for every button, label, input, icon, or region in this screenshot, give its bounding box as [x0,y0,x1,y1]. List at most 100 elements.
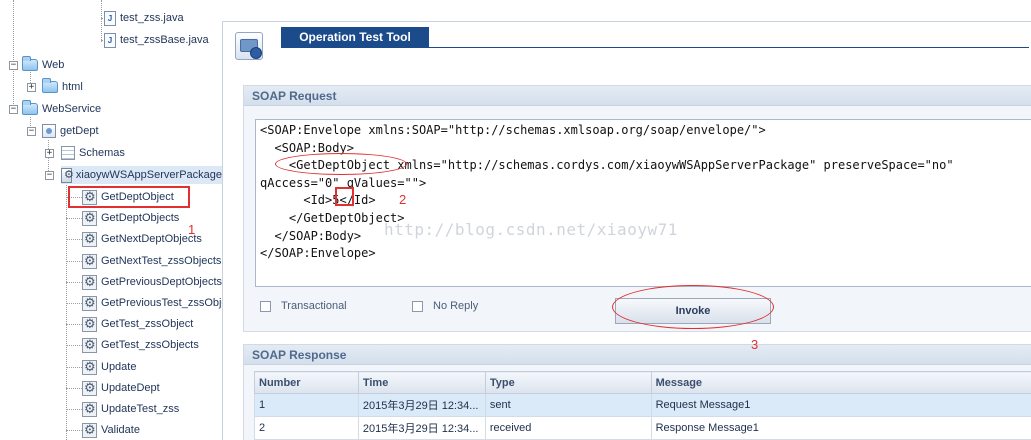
operation-label: GetPreviousDeptObjects [101,276,222,288]
folder-icon [22,56,38,71]
operation-item[interactable]: GetNextTest_zssObjects [82,252,221,270]
package-icon [61,167,74,183]
operation-item[interactable]: UpdateTest_zss [82,400,179,418]
no-reply-checkbox[interactable]: No Reply [412,300,478,312]
tree-connector [66,218,82,219]
column-header-type[interactable]: Type [484,371,652,394]
cell-message: Request Message1 [650,393,1031,417]
cell-message: Response Message1 [650,416,1031,440]
webservice-icon [42,124,56,138]
operation-item[interactable]: GetTest_zssObject [82,315,193,333]
operation-item[interactable]: Validate [82,421,140,439]
soap-request-editor[interactable]: <SOAP:Envelope xmlns:SOAP="http://schema… [255,119,1031,287]
annotation-number-1: 1 [188,222,196,237]
tree-item-label: WebService [42,103,102,115]
soap-response-heading: SOAP Response [244,345,1031,365]
collapse-toggle-webservice[interactable]: − [9,105,18,114]
checkbox-box[interactable] [412,300,423,312]
tree-item-label: getDept [60,125,99,137]
disc-shape [250,47,262,59]
tree-connector [66,282,82,283]
annotation-number-2: 2 [399,192,407,207]
tree-item-label: html [62,81,83,93]
tree-connector [101,0,102,42]
tree-item-test-zssbase-java[interactable]: J test_zssBase.java [104,31,209,49]
operation-label: GetNextTest_zssObjects [101,255,222,267]
webservice-operation-icon [82,422,97,438]
xml-line: qAccess="0" qValues=""> [260,175,427,190]
webservice-operation-icon [82,337,97,353]
operation-item[interactable]: GetNextDeptObjects [82,230,202,248]
webservice-operation-icon [82,316,97,332]
tree-connector [66,345,82,346]
operation-item[interactable]: GetTest_zssObjects [82,336,199,354]
column-header-time[interactable]: Time [357,371,486,394]
tree-item-getdept[interactable]: getDept [42,122,99,140]
expand-toggle-html[interactable]: + [27,83,36,92]
tree-item-label: Schemas [79,147,125,159]
operation-label: GetPreviousTest_zssObjects [101,297,222,309]
operation-label: Validate [101,424,140,436]
xml-line: <Id>5</Id> [260,193,376,208]
tree-connector [66,239,82,240]
table-header-row: Number Time Type Message [254,371,1031,394]
webservice-operation-icon [82,401,97,417]
project-tree: J test_zss.java J test_zssBase.java − We… [0,0,222,440]
schema-icon [61,146,75,160]
tree-connector [66,409,82,410]
webservice-operation-icon [82,295,97,311]
annotation-ellipse-getdeptobject [275,153,407,175]
operation-label: GetTest_zssObjects [101,339,199,351]
annotation-box-2 [335,187,354,206]
test-tool-icon [235,32,263,60]
operation-item[interactable]: UpdateDept [82,379,160,397]
annotation-number-3: 3 [751,337,759,352]
java-file-icon: J [104,10,116,26]
collapse-toggle-getdept[interactable]: − [27,127,36,136]
tree-item-schemas[interactable]: Schemas [61,144,125,162]
operation-item[interactable]: GetDeptObjects [82,209,179,227]
table-row[interactable]: 2 2015年3月29日 12:34... received Response … [254,416,1031,440]
expand-toggle-schemas[interactable]: + [45,149,54,158]
tree-item-package[interactable]: xiaoywWSAppServerPackage [61,166,222,184]
tree-item-html[interactable]: html [42,78,83,96]
webservice-operation-icon [82,231,97,247]
checkbox-box[interactable] [260,300,271,312]
webservice-operation-icon [82,210,97,226]
tree-item-webservice[interactable]: WebService [22,100,101,118]
watermark: http://blog.csdn.net/xiaoyw71 [384,220,678,239]
tree-connector [13,0,14,110]
table-row[interactable]: 1 2015年3月29日 12:34... sent Request Messa… [254,393,1031,417]
operation-item[interactable]: GetPreviousDeptObjects [82,273,222,291]
cell-type: received [484,416,652,440]
cell-type: sent [484,393,652,417]
no-reply-label: No Reply [433,300,479,312]
cell-number: 1 [254,393,359,417]
response-table: Number Time Type Message 1 2015年3月29日 12… [254,371,1031,440]
tree-connector [66,388,82,389]
collapse-toggle-web[interactable]: − [9,61,18,70]
tree-item-test-zss-java[interactable]: J test_zss.java [104,9,184,27]
operation-item[interactable]: GetPreviousTest_zssObjects [82,294,222,312]
tree-item-label: test_zss.java [120,12,184,24]
collapse-toggle-package[interactable]: − [45,171,54,180]
column-header-message[interactable]: Message [650,371,1031,394]
tree-connector [66,261,82,262]
tree-item-label: test_zssBase.java [120,34,209,46]
operation-item[interactable]: Update [82,358,136,376]
soap-response-section: SOAP Response Number Time Type Message 1… [243,344,1031,440]
xml-line: </SOAP:Envelope> [260,246,376,261]
transactional-checkbox[interactable]: Transactional [260,300,347,312]
tree-connector [66,303,82,304]
column-header-number[interactable]: Number [254,371,359,394]
transactional-label: Transactional [281,300,347,312]
operation-label: GetTest_zssObject [101,318,194,330]
tree-connector [66,183,67,440]
tree-item-web[interactable]: Web [22,56,64,74]
annotation-box-1 [68,186,190,208]
cell-time: 2015年3月29日 12:34... [357,416,486,440]
annotation-ellipse-invoke [612,285,774,329]
xml-line: <SOAP:Envelope xmlns:SOAP="http://schema… [260,123,766,137]
panel-title: Operation Test Tool [281,27,429,47]
cell-number: 2 [254,416,359,440]
